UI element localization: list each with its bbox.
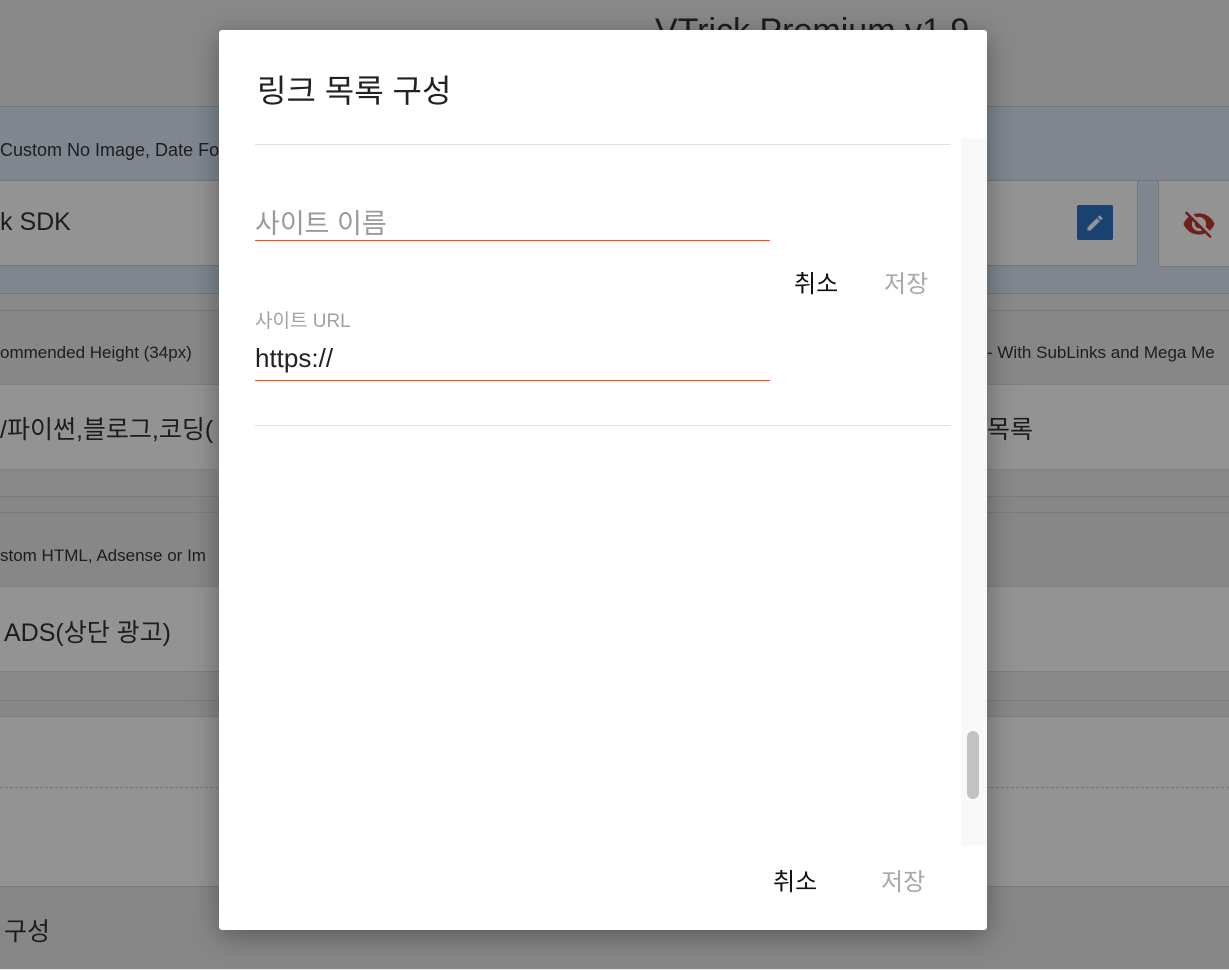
- link-list-config-dialog: 링크 목록 구성 사이트 이름 취소 저장 사이트 URL https:// 취…: [219, 30, 987, 930]
- site-url-value: https://: [255, 343, 334, 373]
- site-name-underline: [255, 240, 770, 241]
- site-url-underline: [255, 380, 770, 381]
- dialog-title: 링크 목록 구성: [257, 73, 452, 109]
- site-name-field[interactable]: 사이트 이름: [255, 198, 770, 241]
- site-url-label: 사이트 URL: [255, 311, 351, 332]
- content-bottom-divider: [255, 425, 951, 426]
- dialog-scroll-content[interactable]: 사이트 이름 취소 저장 사이트 URL https://: [219, 138, 987, 846]
- site-url-field[interactable]: 사이트 URL https://: [255, 306, 770, 381]
- footer-save-button[interactable]: 저장: [881, 862, 925, 897]
- site-name-placeholder: 사이트 이름: [255, 209, 387, 239]
- footer-cancel-button[interactable]: 취소: [773, 862, 817, 897]
- content-top-divider: [255, 144, 951, 145]
- inline-save-button[interactable]: 저장: [884, 264, 928, 299]
- scrollbar-thumb[interactable]: [967, 731, 979, 799]
- inline-cancel-button[interactable]: 취소: [794, 264, 838, 299]
